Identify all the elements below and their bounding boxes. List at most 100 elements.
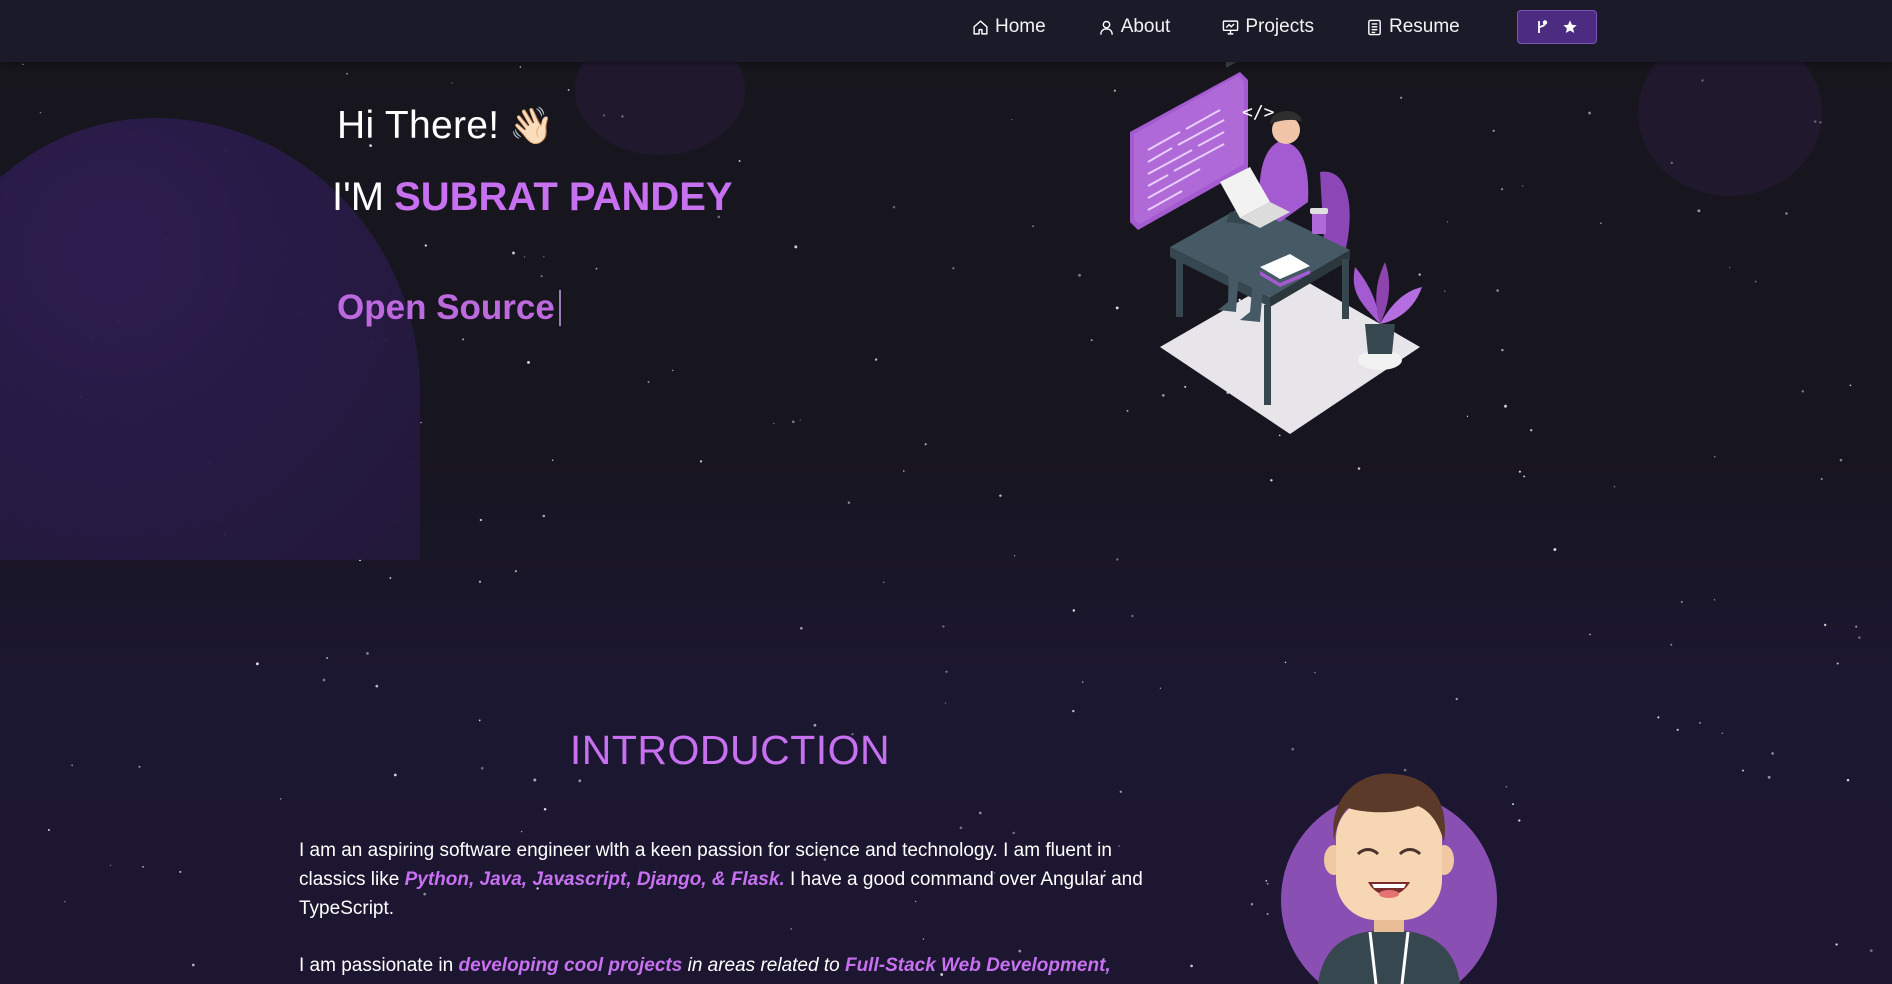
star [1754,280,1757,283]
star [1314,671,1316,674]
nav-item-projects[interactable]: Projects [1222,10,1314,44]
avatar-illustration [1281,773,1497,984]
star [945,670,948,673]
nav-item-label: Projects [1245,16,1314,37]
star [578,779,582,783]
star [978,811,982,815]
star [1849,384,1852,387]
star [543,256,545,258]
star [1266,913,1269,915]
star [1670,643,1673,646]
star [39,111,42,114]
star [892,205,896,209]
intro-highlight: Python, Java, Javascript, Django, & Flas… [404,869,785,890]
fork-icon [1538,20,1548,33]
star-icon [1563,20,1577,33]
star [1869,949,1873,953]
star [1846,778,1850,782]
star [1090,339,1093,342]
star [1697,209,1701,213]
nav-links: Home About Projects Resume [972,10,1460,44]
intro-paragraph: I am an aspiring software engineer with … [299,836,1149,923]
typed-text: Open Source [337,288,555,327]
star [109,864,112,866]
star [142,865,144,868]
star [1518,819,1521,822]
star [883,581,885,583]
star [1250,903,1254,906]
star [138,765,141,768]
star [1858,636,1861,639]
nav-item-resume[interactable]: Resume [1366,10,1460,44]
star [1011,118,1013,121]
greeting-text: Hi There! [337,104,500,147]
star [280,798,282,800]
developer-at-desk-illustration: </> [1130,62,1422,434]
star [874,358,878,361]
star [773,422,775,424]
star [1072,609,1076,612]
star [799,626,803,630]
star [543,807,547,811]
star [1713,599,1716,601]
star [1131,614,1134,618]
star [1553,548,1557,551]
star [519,66,522,68]
github-fork-star-button[interactable] [1517,10,1597,44]
star [1728,266,1731,269]
star [1530,429,1533,432]
star [1119,790,1122,793]
star [1082,681,1084,683]
star [1270,479,1273,482]
star [389,577,392,579]
star [540,275,543,278]
star [520,830,523,833]
star [1284,661,1287,664]
navbar: Home About Projects Resume [0,0,1892,62]
star [1855,625,1858,628]
star [512,251,515,255]
star [1820,478,1823,480]
nav-item-home[interactable]: Home [972,10,1046,44]
star [738,160,741,162]
star [1190,964,1193,968]
star [1012,831,1015,835]
star [1032,225,1034,227]
star [1266,882,1269,885]
star [1681,601,1683,603]
star [1501,348,1504,352]
star [1657,716,1660,719]
star [699,460,703,463]
star [999,494,1002,497]
star [595,267,598,270]
nav-item-about[interactable]: About [1098,10,1170,44]
star [1357,467,1361,470]
star [527,360,530,364]
star [47,829,50,831]
page: Home About Projects Resume Hi There! 👋🏻 … [0,0,1892,984]
star [1613,485,1616,488]
star [1265,880,1268,882]
intro-text: I am an aspiring software engineer with … [299,836,1149,984]
star [1500,187,1504,191]
resume-icon [1368,19,1381,35]
star [1835,943,1838,946]
name-prefix: I'M [332,175,385,219]
star [791,420,795,424]
star [480,767,484,770]
star [375,684,379,688]
star [1518,470,1521,473]
wave-icon: 👋🏻 [509,105,555,146]
star [847,501,851,504]
star [1072,709,1075,713]
star [1588,111,1592,115]
nav-item-label: Resume [1388,16,1460,37]
star [1721,732,1723,734]
star [551,459,554,461]
star [1836,662,1839,665]
star [1823,623,1827,627]
star [393,773,397,777]
name-highlight: SUBRAT PANDEY [394,175,733,219]
star [1511,803,1515,806]
star [542,514,546,518]
